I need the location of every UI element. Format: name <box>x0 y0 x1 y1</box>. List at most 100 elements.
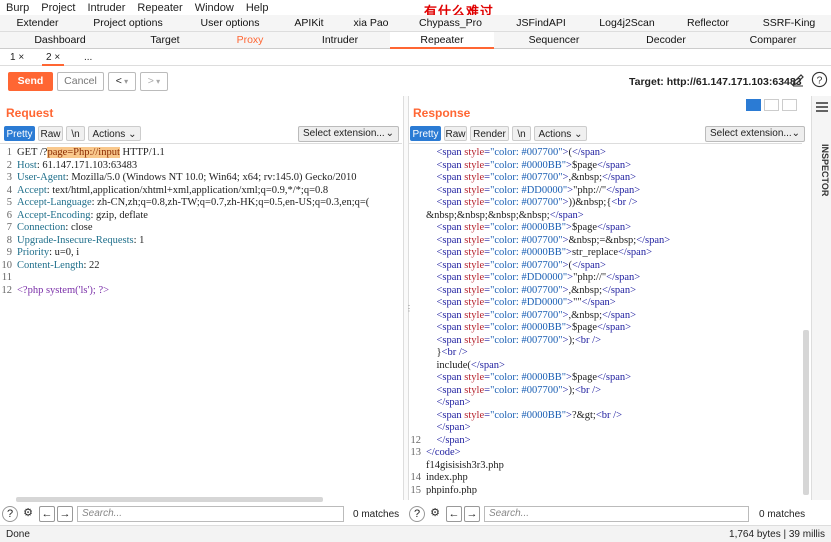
tab-extender[interactable]: Extender <box>0 15 75 32</box>
response-tab-pretty[interactable]: Pretty <box>410 126 441 141</box>
next-arrow-icon[interactable]: → <box>57 506 73 522</box>
request-line-code: Connection: close <box>17 222 93 235</box>
tab-project-options[interactable]: Project options <box>78 15 178 32</box>
response-select-extension[interactable]: Select extension... ⌄ <box>705 126 805 142</box>
request-token: GET /? <box>17 147 48 158</box>
tab-target[interactable]: Target <box>120 32 210 49</box>
response-token: "color: #DD0000" <box>490 184 568 196</box>
response-token: </span> <box>601 172 636 183</box>
request-tab-raw[interactable]: Raw <box>38 126 63 141</box>
layout-side-by-side-button[interactable] <box>746 99 761 111</box>
response-tab-actions[interactable]: Actions ⌄ <box>534 126 587 141</box>
request-line-code: GET /?page=Php://input HTTP/1.1 <box>17 147 165 160</box>
menu-icon[interactable] <box>816 102 828 112</box>
request-line-number: 3 <box>6 172 12 183</box>
inspector-label[interactable]: INSPECTOR <box>812 140 830 200</box>
response-search-input[interactable]: Search... <box>484 506 749 522</box>
tab-user-options[interactable]: User options <box>182 15 278 32</box>
response-token: <br /> <box>611 197 638 208</box>
tab-decoder[interactable]: Decoder <box>614 32 718 49</box>
response-token: style <box>464 372 485 383</box>
menu-intruder[interactable]: Intruder <box>82 2 132 14</box>
response-v-scrollbar[interactable] <box>803 330 809 495</box>
menu-window[interactable]: Window <box>189 2 240 14</box>
tab-log4j2scan[interactable]: Log4j2Scan <box>588 15 666 32</box>
response-line-code: &nbsp;&nbsp;&nbsp;&nbsp;</span> <box>426 210 584 223</box>
history-back-button[interactable]: < ▾ <box>108 72 136 91</box>
target-label: Target: http://61.147.171.103:63483 <box>629 76 802 88</box>
repeater-tab-1[interactable]: 1 × <box>6 49 28 66</box>
request-editor[interactable]: 1 GET /?page=Php://input HTTP/1.1 2 Host: 6… <box>0 143 402 495</box>
previous-arrow-icon[interactable]: ← <box>446 506 462 522</box>
response-tab-label: Render <box>473 129 506 140</box>
help-icon[interactable]: ? <box>2 506 18 522</box>
gear-icon[interactable]: ⚙ <box>427 506 443 522</box>
response-token: str_replace <box>571 247 618 258</box>
response-token: style <box>464 222 485 233</box>
response-line-code: <span style="color: #0000BB">$page</span… <box>426 222 632 235</box>
menu-help[interactable]: Help <box>240 2 275 14</box>
response-token: <span <box>426 159 465 171</box>
tab-dashboard[interactable]: Dashboard <box>0 32 120 49</box>
response-token: phpinfo.php <box>426 484 478 496</box>
response-token: "color: #007700" <box>490 147 563 158</box>
response-editor[interactable]: <span style="color: #007700">(</span> <s… <box>409 143 802 495</box>
layout-tabs-button[interactable] <box>782 99 797 111</box>
tab-apikit[interactable]: APIKit <box>285 15 333 32</box>
cancel-button[interactable]: Cancel <box>57 72 104 91</box>
tab-proxy[interactable]: Proxy <box>210 32 290 49</box>
response-tab-render[interactable]: Render <box>470 126 509 141</box>
help-icon[interactable]: ? <box>409 506 425 522</box>
response-token: f14gisisish3r3.php <box>426 459 504 471</box>
request-search-input[interactable]: Search... <box>77 506 344 522</box>
menu-burp[interactable]: Burp <box>0 2 35 14</box>
response-line-code: phpinfo.php <box>426 485 477 496</box>
tab-intruder[interactable]: Intruder <box>290 32 390 49</box>
request-token: : gzip, deflate <box>90 209 148 221</box>
send-button[interactable]: Send <box>8 72 53 91</box>
request-tab-actions[interactable]: Actions ⌄ <box>88 126 141 141</box>
repeater-tab-2[interactable]: 2 × <box>42 49 65 66</box>
request-h-scrollbar[interactable] <box>16 497 323 502</box>
chevron-down-icon: ⌄ <box>571 129 583 140</box>
tab-reflector[interactable]: Reflector <box>676 15 740 32</box>
response-line-code: <span style="color: #007700">&nbsp;=&nbs… <box>426 234 671 248</box>
tab-chypass-pro[interactable]: Chypass_Pro <box>408 15 493 32</box>
response-token: style <box>464 334 485 346</box>
tab-sequencer[interactable]: Sequencer <box>494 32 614 49</box>
response-tab-raw[interactable]: Raw <box>444 126 467 141</box>
gear-icon[interactable]: ⚙ <box>20 506 36 522</box>
request-token: Host <box>17 159 37 171</box>
layout-horizontal-button[interactable] <box>764 99 779 111</box>
response-token: &nbsp;=&nbsp; <box>568 234 637 246</box>
history-forward-button[interactable]: > ▾ <box>140 72 168 91</box>
menu-repeater[interactable]: Repeater <box>131 2 188 14</box>
tab-repeater[interactable]: Repeater <box>390 32 494 49</box>
request-token: HTTP/1.1 <box>119 147 165 158</box>
request-tab-newline[interactable]: \n <box>66 126 85 141</box>
repeater-tab-3[interactable]: ... <box>80 49 96 66</box>
response-line-code: <span style="color: #007700">);<br /> <box>426 385 602 398</box>
response-footer: ? ⚙ ← → Search... 0 matches <box>409 504 811 526</box>
previous-arrow-icon[interactable]: ← <box>39 506 55 522</box>
response-tab-newline[interactable]: \n <box>512 126 531 141</box>
menu-project[interactable]: Project <box>35 2 81 14</box>
response-line-code: <span style="color: #007700">,&nbsp;</sp… <box>426 310 637 323</box>
tab-xia-pao[interactable]: xia Pao <box>345 15 397 32</box>
help-icon[interactable]: ? <box>811 71 828 88</box>
request-select-extension[interactable]: Select extension... ⌄ <box>298 126 399 142</box>
response-token: style <box>464 409 485 421</box>
response-token: </span> <box>426 397 471 408</box>
request-tab-pretty[interactable]: Pretty <box>4 126 35 141</box>
response-line-code: }<br /> <box>426 347 468 360</box>
tab-comparer[interactable]: Comparer <box>718 32 828 49</box>
response-token: <span <box>426 247 465 258</box>
tab-jsfindapi[interactable]: JSFindAPI <box>502 15 580 32</box>
edit-target-icon[interactable] <box>790 72 806 88</box>
request-token: Priority <box>17 247 50 258</box>
response-token: <span <box>426 322 465 333</box>
menu-bar: Burp Project Intruder Repeater Window Help <box>0 0 831 15</box>
tab-ssrf-king[interactable]: SSRF-King <box>750 15 828 32</box>
response-token: </span> <box>597 222 632 233</box>
next-arrow-icon[interactable]: → <box>464 506 480 522</box>
